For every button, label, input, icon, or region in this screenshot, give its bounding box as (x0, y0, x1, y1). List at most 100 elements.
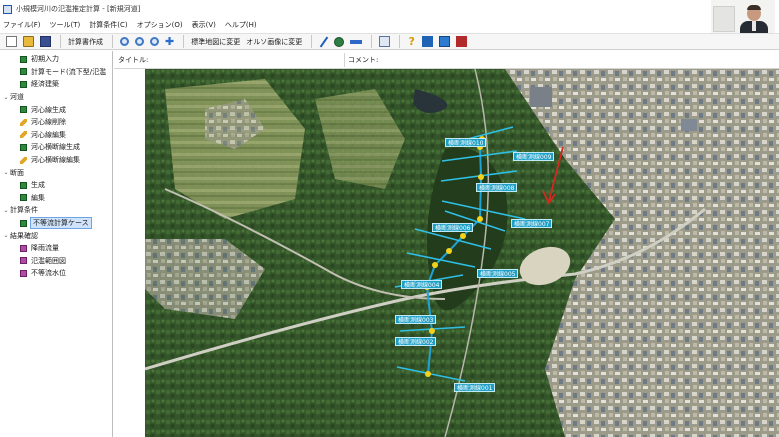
presenter-hair (747, 5, 761, 10)
tree-item[interactable]: 降雨流量 (0, 242, 112, 255)
tree-item[interactable]: 不等流水位 (0, 267, 112, 280)
tree-item-label: 不等流計算ケース (30, 217, 92, 230)
ortho-image-button[interactable]: オルソ画像に変更 (244, 35, 304, 48)
section-node[interactable] (425, 371, 431, 377)
menu-file[interactable]: ファイル(F) (3, 20, 41, 30)
aerial-photo (145, 69, 779, 437)
tree-item[interactable]: 河心横断線生成 (0, 141, 112, 154)
tree-item-label: 結果確認 (10, 231, 38, 240)
section-node[interactable] (478, 174, 484, 180)
standard-map-button[interactable]: 標準地図に変更 (189, 35, 242, 48)
ruler-icon (350, 39, 363, 44)
navigation-tree: 初期入力 計算モード(流下型/氾濫 経済建築 ⌄ 河道 河心線生成 河心線削除 河心線編集 河心… (0, 51, 113, 437)
tree-item[interactable]: 計算モード(流下型/氾濫 (0, 66, 112, 79)
tree-item-label: 河心横断線生成 (31, 143, 80, 152)
tree-item[interactable]: 氾濫範囲図 (0, 255, 112, 268)
tree-item[interactable]: ⌄ 結果確認 (0, 229, 112, 242)
pdf-icon (456, 36, 468, 47)
export-pdf-button[interactable] (454, 35, 469, 48)
menu-help[interactable]: ヘルプ(H) (225, 20, 257, 30)
zoom-in-button[interactable] (133, 35, 146, 48)
open-folder-icon (23, 36, 34, 47)
tree-item[interactable]: 河心線編集 (0, 129, 112, 142)
node-icon (20, 257, 27, 265)
calc-report-button[interactable]: 計算書作成 (66, 35, 105, 48)
tree-item[interactable]: 編集 (0, 192, 112, 205)
cross-section-label[interactable]: 横断測線007 (511, 219, 553, 228)
cross-section-label[interactable]: 横断測線009 (513, 152, 555, 161)
cross-section-label[interactable]: 横断測線003 (395, 315, 437, 324)
tree-item[interactable]: ⌄ 河道 (0, 91, 112, 104)
zoom-button[interactable] (118, 35, 131, 48)
toolbar: 計算書作成 ✚ 標準地図に変更 オルソ画像に変更 ? (0, 33, 779, 50)
cross-section-label[interactable]: 横断測線005 (477, 269, 519, 278)
tree-item-label: 河心線編集 (31, 130, 66, 139)
tree-item[interactable]: ⌄ 計算条件 (0, 204, 112, 217)
tree-item-label: 編集 (31, 193, 45, 202)
toolbar-separator (311, 35, 313, 48)
card-icon (439, 36, 451, 47)
info-divider (344, 53, 345, 67)
tree-expander-icon[interactable]: ⌄ (2, 207, 10, 214)
node-icon (20, 181, 27, 189)
measure-button[interactable] (348, 35, 364, 48)
node-icon (20, 80, 27, 88)
section-node[interactable] (429, 328, 435, 334)
tree-item-label: 河道 (10, 93, 24, 102)
tree-expander-icon[interactable]: ⌄ (2, 232, 10, 239)
menu-calc-conditions[interactable]: 計算条件(C) (89, 20, 127, 30)
help-button[interactable]: ? (405, 35, 418, 48)
menu-tools[interactable]: ツール(T) (50, 20, 81, 30)
cross-section-label[interactable]: 横断測線010 (445, 138, 487, 147)
tree-item-label: 氾濫範囲図 (31, 256, 66, 265)
node-icon (20, 219, 27, 227)
node-icon (20, 269, 27, 277)
tree-item[interactable]: 経済建築 (0, 78, 112, 91)
tree-item-label: 計算モード(流下型/氾濫 (31, 67, 107, 76)
draw-line-button[interactable] (317, 35, 330, 48)
tree-item[interactable]: ⌄ 断面 (0, 166, 112, 179)
section-node[interactable] (432, 262, 438, 268)
new-file-button[interactable] (4, 35, 19, 48)
cross-section-label[interactable]: 横断測線008 (476, 183, 518, 192)
menu-options[interactable]: オプション(O) (137, 20, 183, 30)
tree-expander-icon[interactable]: ⌄ (2, 169, 10, 176)
title-bar: 小規模河川の氾濫推定計算 - [新規河道] (0, 0, 779, 18)
tree-item[interactable]: 河心横断線編集 (0, 154, 112, 167)
tree-item[interactable]: 河心線削除 (0, 116, 112, 129)
tree-item-label: 生成 (31, 181, 45, 190)
window-title: 小規模河川の氾濫推定計算 - [新規河道] (16, 5, 141, 13)
cross-section-label[interactable]: 横断測線004 (401, 280, 443, 289)
node-icon (20, 55, 27, 63)
globe-icon (334, 36, 345, 47)
map-margin (114, 69, 145, 437)
tree-item[interactable]: 不等流計算ケース (0, 217, 112, 230)
tree-expander-icon[interactable]: ⌄ (2, 94, 10, 101)
node-icon (20, 106, 27, 114)
pan-button[interactable]: ✚ (163, 35, 176, 48)
document-button[interactable] (377, 35, 392, 48)
cross-section-label[interactable]: 横断測線006 (432, 223, 474, 232)
save-button[interactable] (38, 35, 53, 48)
cross-section-label[interactable]: 横断測線001 (454, 383, 496, 392)
section-node[interactable] (477, 216, 483, 222)
tree-item-label: 河心線生成 (31, 105, 66, 114)
section-node[interactable] (460, 233, 466, 239)
toolbar-separator (60, 35, 61, 48)
pencil-icon (20, 131, 27, 139)
section-node[interactable] (446, 248, 452, 254)
zoom-out-button[interactable] (148, 35, 161, 48)
tree-item[interactable]: 初期入力 (0, 53, 112, 66)
tree-item-label: 初期入力 (31, 55, 59, 64)
aerial-map-view[interactable]: 横断測線010 横断測線009 横断測線008 横断測線007 横断測線006 横断測線0… (145, 69, 779, 437)
app-icon (3, 4, 12, 14)
globe-button[interactable] (332, 35, 346, 48)
tree-item[interactable]: 生成 (0, 179, 112, 192)
export-image-button[interactable] (420, 35, 435, 48)
tree-item[interactable]: 河心線生成 (0, 103, 112, 116)
menu-view[interactable]: 表示(V) (192, 20, 216, 30)
node-icon (20, 68, 27, 76)
open-folder-button[interactable] (21, 35, 36, 48)
cross-section-label[interactable]: 横断測線002 (395, 337, 437, 346)
export-card-button[interactable] (437, 35, 452, 48)
